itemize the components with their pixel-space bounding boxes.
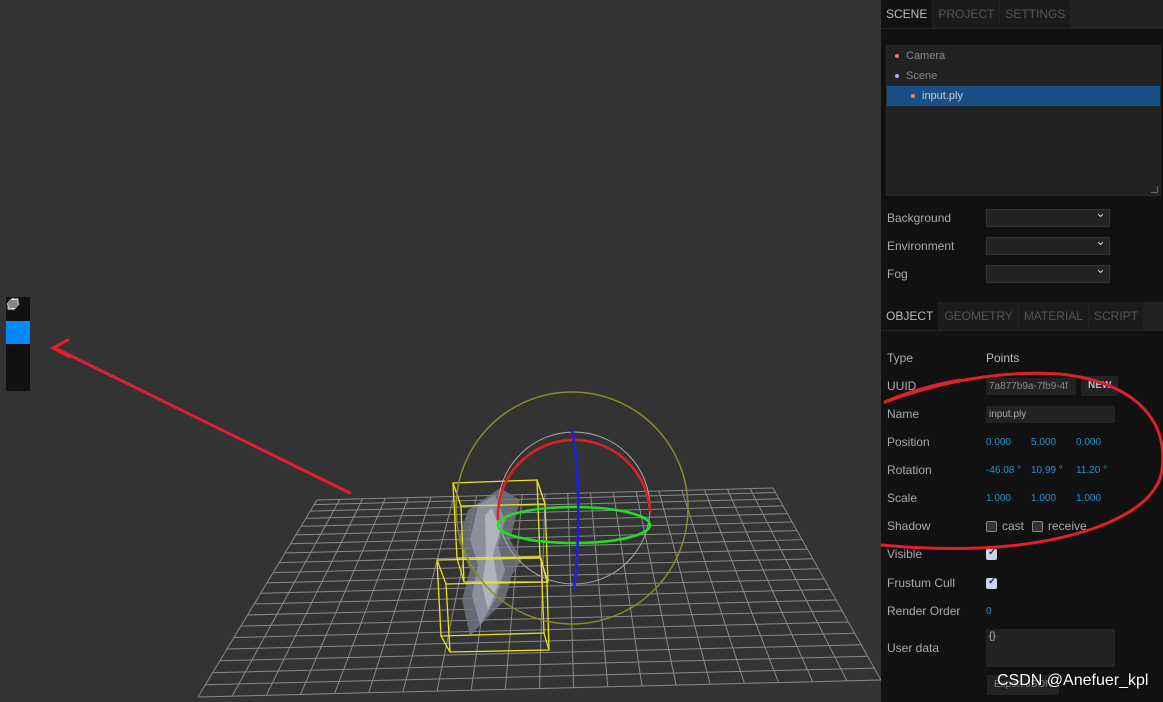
shadow-row: Shadow cast receive <box>887 516 1095 536</box>
environment-row: Environment <box>887 233 1110 256</box>
grid-line <box>590 492 609 687</box>
type-label: Type <box>887 351 914 365</box>
background-select[interactable] <box>986 205 1110 227</box>
position-row: Position 0.000 5.000 0.000 <box>887 432 1121 452</box>
environment-select[interactable] <box>986 233 1110 255</box>
fog-select[interactable] <box>986 261 1110 283</box>
scale-tool-button[interactable] <box>6 298 30 367</box>
scene-canvas[interactable] <box>0 0 881 702</box>
frustum-checkbox[interactable] <box>986 576 997 589</box>
receive-checkbox[interactable] <box>1032 520 1044 532</box>
position-y-field[interactable]: 5.000 <box>1031 437 1076 448</box>
outliner-item-camera[interactable]: Camera <box>887 46 1160 66</box>
grid-line <box>658 490 711 685</box>
object-dot-icon <box>911 94 915 98</box>
new-uuid-button[interactable]: NEW <box>1081 376 1119 396</box>
rotation-row: Rotation -46.08 ° 10.99 ° 11.20 ° <box>887 460 1121 480</box>
rotation-x-field[interactable]: -46.08 ° <box>986 465 1031 476</box>
cast-label: cast <box>1002 519 1025 533</box>
outliner-item-label: Scene <box>906 70 938 82</box>
scene-outliner[interactable]: Camera Scene input.ply <box>886 45 1161 196</box>
transform-toolbar <box>6 297 30 391</box>
fog-label: Fog <box>887 267 908 281</box>
grid-line <box>368 496 432 693</box>
scale-z-field[interactable]: 1.000 <box>1076 493 1121 504</box>
rotation-y-field[interactable]: 10.99 ° <box>1031 465 1076 476</box>
shadow-label: Shadow <box>887 519 931 533</box>
grid-line <box>612 492 643 687</box>
tab-settings[interactable]: SETTINGS <box>1000 0 1072 28</box>
render-order-label: Render Order <box>887 604 961 618</box>
rotation-label: Rotation <box>887 463 932 477</box>
outliner-item-label: input.ply <box>922 90 963 102</box>
grid-line <box>726 488 814 682</box>
outliner-item-label: Camera <box>906 50 946 62</box>
grid-line <box>749 488 848 682</box>
scale-x-field[interactable]: 1.000 <box>986 493 1031 504</box>
tab-geometry[interactable]: GEOMETRY <box>939 302 1019 330</box>
uuid-field[interactable]: 7a877b9a-7fb9-4f <box>986 377 1076 395</box>
name-field[interactable]: input.ply <box>986 405 1115 423</box>
background-label: Background <box>887 211 952 225</box>
camera-dot-icon <box>895 54 899 58</box>
tab-script[interactable]: SCRIPT <box>1088 302 1144 330</box>
type-value: Points <box>986 351 1020 365</box>
position-x-field[interactable]: 0.000 <box>986 437 1031 448</box>
user-data-row: User data {} <box>887 629 1115 667</box>
grid-line <box>772 487 881 681</box>
environment-label: Environment <box>887 239 955 253</box>
sidebar: SCENE PROJECT SETTINGS Camera Scene inpu… <box>881 0 1163 702</box>
grid-line <box>265 498 364 696</box>
rotate-tool-button[interactable] <box>6 298 30 344</box>
uuid-label: UUID <box>887 379 917 393</box>
point-cloud <box>458 488 522 636</box>
fog-row: Fog <box>887 261 1110 284</box>
checkbox-icon <box>9 300 17 308</box>
watermark: CSDN @Anefuer_kpl <box>997 672 1149 689</box>
outliner-item-input-ply[interactable]: input.ply <box>887 86 1160 106</box>
position-label: Position <box>887 435 930 449</box>
outliner-item-scene[interactable]: Scene <box>887 66 1160 86</box>
position-z-field[interactable]: 0.000 <box>1076 437 1121 448</box>
grid-line <box>567 493 575 688</box>
frustum-label: Frustum Cull <box>887 576 956 590</box>
tab-material[interactable]: MATERIAL <box>1018 302 1089 330</box>
scale-y-field[interactable]: 1.000 <box>1031 493 1076 504</box>
grid-line <box>197 499 318 698</box>
grid-line <box>681 490 745 684</box>
type-row: Type Points <box>887 348 1019 368</box>
tab-project[interactable]: PROJECT <box>933 0 1001 28</box>
render-order-field[interactable]: 0 <box>986 606 1031 617</box>
visible-checkbox[interactable] <box>986 547 997 560</box>
rotation-z-field[interactable]: 11.20 ° <box>1076 465 1121 476</box>
tab-scene[interactable]: SCENE <box>881 0 934 28</box>
local-toggle-button[interactable] <box>6 300 30 390</box>
cast-checkbox[interactable] <box>986 520 997 532</box>
grid-line <box>299 498 386 695</box>
name-label: Name <box>887 407 920 421</box>
scale-label: Scale <box>887 491 918 505</box>
receive-label: receive <box>1048 519 1087 533</box>
grid-line <box>704 489 780 683</box>
grid-line <box>334 497 409 694</box>
visible-row: Visible <box>887 544 1002 564</box>
resize-handle-icon[interactable] <box>1151 186 1158 193</box>
frustum-row: Frustum Cull <box>887 573 1002 593</box>
uuid-row: UUID 7a877b9a-7fb9-4f NEW <box>887 376 1119 396</box>
viewport-3d[interactable] <box>0 0 881 702</box>
background-row: Background <box>887 205 1110 228</box>
user-data-label: User data <box>887 641 940 655</box>
render-order-row: Render Order 0 <box>887 601 1031 621</box>
tab-object[interactable]: OBJECT <box>881 302 940 330</box>
visible-label: Visible <box>887 547 923 561</box>
name-row: Name input.ply <box>887 404 1115 424</box>
user-data-textarea[interactable]: {} <box>986 629 1115 667</box>
grid-line <box>231 499 341 697</box>
sidebar-top-tabs: SCENE PROJECT SETTINGS <box>881 0 1163 29</box>
scale-row: Scale 1.000 1.000 1.000 <box>887 488 1121 508</box>
object-tabs: OBJECT GEOMETRY MATERIAL SCRIPT <box>881 302 1163 331</box>
scene-dot-icon <box>895 74 899 78</box>
floor-grid <box>197 487 881 698</box>
